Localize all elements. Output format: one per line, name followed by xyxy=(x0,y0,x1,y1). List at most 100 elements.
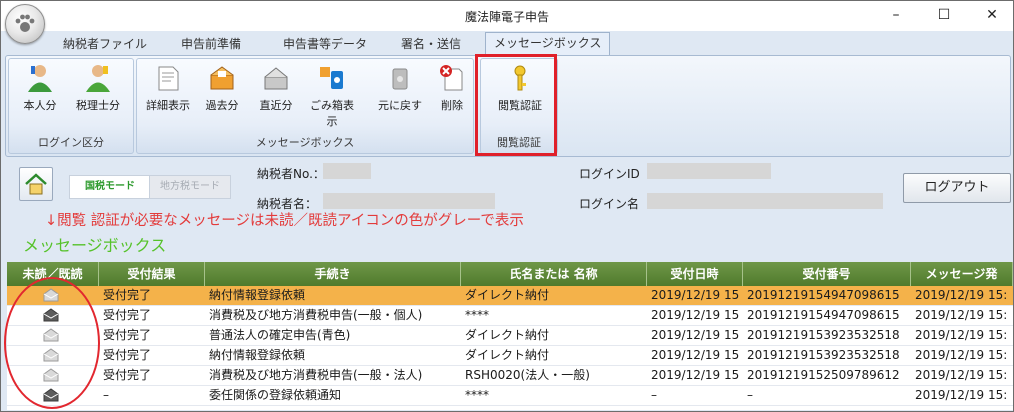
past-label: 過去分 xyxy=(205,99,239,112)
home-mode-button[interactable] xyxy=(19,167,53,201)
cell-procedure: 納付情報登録依頼 xyxy=(209,288,306,302)
delete-button[interactable]: 削除 xyxy=(427,63,477,113)
restore-label: 元に戻す xyxy=(378,99,422,112)
tab-form-data[interactable]: 申告書等データ xyxy=(283,34,367,54)
recent-button[interactable]: 直近分 xyxy=(251,63,301,113)
inbox-icon xyxy=(264,67,288,90)
cell-result: 受付完了 xyxy=(103,328,152,342)
cell-date: 2019/12/19 15 xyxy=(651,328,740,342)
cell-procedure: 消費税及び地方消費税申告(一般・法人) xyxy=(209,368,423,382)
accountant-icon xyxy=(86,65,110,92)
cell-number: – xyxy=(747,388,753,402)
ribbon-tabs: 納税者ファイル 申告前準備 申告書等データ 署名・送信 メッセージボックス xyxy=(1,31,1013,55)
col-name[interactable]: 氏名または 名称 xyxy=(461,262,647,286)
minimize-button[interactable]: – xyxy=(885,5,907,25)
tab-taxpayer-file[interactable]: 納税者ファイル xyxy=(63,34,147,54)
table-row[interactable]: – 委任関係の登録依頼通知 **** – – 2019/12/19 15: xyxy=(7,386,1013,406)
cell-message-sent: 2019/12/19 15: xyxy=(915,348,1008,362)
title-bar: 魔法陣電子申告 – ☐ ✕ xyxy=(1,1,1013,31)
cell-message-sent: 2019/12/19 15: xyxy=(915,308,1008,322)
paw-icon xyxy=(15,14,35,32)
table-row[interactable]: 受付完了 消費税及び地方消費税申告(一般・法人) RSH0020(法人・一般) 201… xyxy=(7,366,1013,386)
login-group: 本人分 税理士分 ログイン区分 xyxy=(8,58,134,154)
cell-name: ダイレクト納付 xyxy=(465,328,550,342)
tab-message-box[interactable]: メッセージボックス xyxy=(485,32,611,55)
read-status-annotation-oval xyxy=(4,277,100,409)
app-window: 魔法陣電子申告 – ☐ ✕ 納税者ファイル 申告前準備 申告書等データ 署名・送… xyxy=(0,0,1014,412)
cell-message-sent: 2019/12/19 15: xyxy=(915,388,1008,402)
local-tax-mode-toggle[interactable]: 地方税モード xyxy=(149,175,231,199)
delete-label: 削除 xyxy=(441,99,463,112)
cell-result: 受付完了 xyxy=(103,348,152,362)
cell-number: 20191219154947098615 xyxy=(747,308,900,322)
col-message-sent[interactable]: メッセージ発 xyxy=(911,262,1013,286)
login-id-label: ログインID xyxy=(579,167,640,181)
cell-result: 受付完了 xyxy=(103,288,152,302)
cell-name: **** xyxy=(465,308,489,322)
detail-view-label: 詳細表示 xyxy=(146,99,190,112)
col-result[interactable]: 受付結果 xyxy=(99,262,205,286)
table-row[interactable]: 受付完了 普通法人の確定申告(青色) ダイレクト納付 2019/12/19 15 201… xyxy=(7,326,1013,346)
cell-number: 20191219153923532518 xyxy=(747,348,900,362)
cell-number: 20191219152509789612 xyxy=(747,368,900,382)
cell-message-sent: 2019/12/19 15: xyxy=(915,368,1008,382)
cell-name: **** xyxy=(465,388,489,402)
self-button-label: 本人分 xyxy=(23,99,57,112)
table-row[interactable]: 受付完了 消費税及び地方消費税申告(一般・個人) **** 2019/12/19 15… xyxy=(7,306,1013,326)
cell-procedure: 普通法人の確定申告(青色) xyxy=(209,328,351,342)
table-header: 未読／既読 受付結果 手続き 氏名または 名称 受付日時 受付番号 メッセージ発 xyxy=(7,262,1013,286)
cell-message-sent: 2019/12/19 15: xyxy=(915,288,1008,302)
cell-date: 2019/12/19 15 xyxy=(651,348,740,362)
trash-view-label: ごみ箱表示 xyxy=(310,99,354,128)
annotation-note: ↓閲覧 認証が必要なメッセージは未読／既読アイコンの色がグレーで表示 xyxy=(45,213,524,229)
cell-name: ダイレクト納付 xyxy=(465,288,550,302)
taxpayer-name-value xyxy=(323,193,495,209)
taxpayer-no-label: 納税者No.： xyxy=(257,167,325,181)
recycle-icon xyxy=(392,68,408,90)
cell-result: 受付完了 xyxy=(103,308,152,322)
restore-button[interactable]: 元に戻す xyxy=(375,63,425,113)
col-date[interactable]: 受付日時 xyxy=(647,262,743,286)
cell-result: 受付完了 xyxy=(103,368,152,382)
national-tax-mode-toggle[interactable]: 国税モード xyxy=(69,175,151,199)
person-icon xyxy=(28,65,52,92)
close-button[interactable]: ✕ xyxy=(981,5,1003,25)
login-id-value xyxy=(647,163,771,179)
login-name-value xyxy=(647,193,883,209)
auth-highlight-box xyxy=(475,54,557,156)
tab-sign-send[interactable]: 署名・送信 xyxy=(401,34,461,54)
tab-pre-filing[interactable]: 申告前準備 xyxy=(181,34,241,54)
past-button[interactable]: 過去分 xyxy=(197,63,247,113)
cell-name: ダイレクト納付 xyxy=(465,348,550,362)
table-row[interactable]: 受付完了 納付情報登録依頼 ダイレクト納付 2019/12/19 15 20191219… xyxy=(7,346,1013,366)
cell-number: 20191219153923532518 xyxy=(747,328,900,342)
document-icon xyxy=(158,66,179,91)
cell-procedure: 消費税及び地方消費税申告(一般・個人) xyxy=(209,308,423,322)
self-button[interactable]: 本人分 xyxy=(15,63,65,113)
house-icon xyxy=(25,173,47,195)
accountant-button[interactable]: 税理士分 xyxy=(73,63,123,113)
message-group: 詳細表示 過去分 直近分 ごみ箱表示 元に戻す 削除 メッセージボックス xyxy=(136,58,474,154)
login-group-label: ログイン区分 xyxy=(38,136,104,149)
cell-date: 2019/12/19 15 xyxy=(651,368,740,382)
recent-label: 直近分 xyxy=(259,99,293,112)
detail-view-button[interactable]: 詳細表示 xyxy=(143,63,193,113)
app-menu-button[interactable] xyxy=(5,4,45,44)
cell-result: – xyxy=(103,388,109,402)
cell-message-sent: 2019/12/19 15: xyxy=(915,328,1008,342)
trash-view-button[interactable]: ごみ箱表示 xyxy=(307,63,357,129)
trash-bin-icon xyxy=(320,67,343,89)
cell-date: 2019/12/19 15 xyxy=(651,308,740,322)
message-group-label: メッセージボックス xyxy=(255,136,355,149)
taxpayer-no-value xyxy=(323,163,371,179)
logout-button[interactable]: ログアウト xyxy=(903,173,1011,203)
accountant-button-label: 税理士分 xyxy=(76,99,120,112)
table-row[interactable]: 受付完了 納付情報登録依頼 ダイレクト納付 2019/12/19 15 20191219… xyxy=(7,286,1013,306)
cell-procedure: 納付情報登録依頼 xyxy=(209,348,306,362)
col-number[interactable]: 受付番号 xyxy=(743,262,911,286)
cell-date: 2019/12/19 15 xyxy=(651,288,740,302)
login-name-label: ログイン名 xyxy=(579,197,640,211)
cell-name: RSH0020(法人・一般) xyxy=(465,368,590,382)
maximize-button[interactable]: ☐ xyxy=(933,5,955,25)
col-procedure[interactable]: 手続き xyxy=(205,262,461,286)
